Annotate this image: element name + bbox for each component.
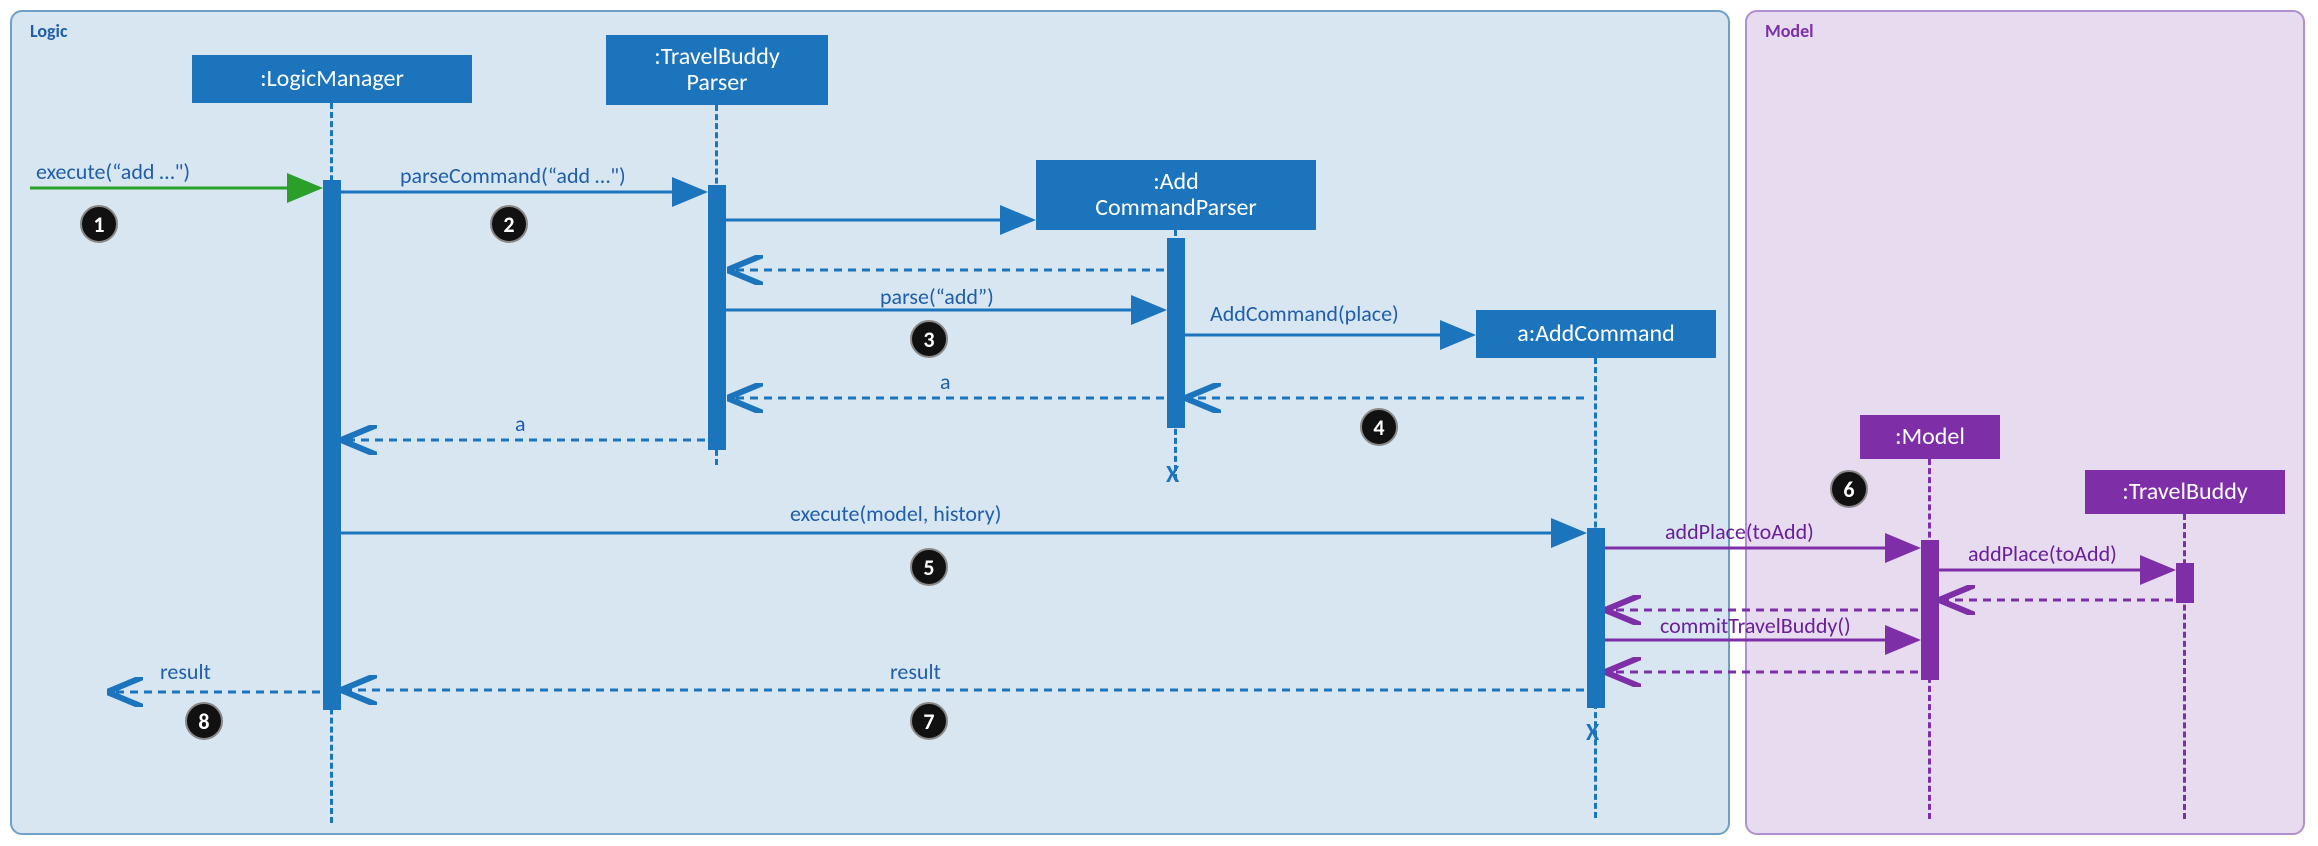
msg-addcommand-place: AddCommand(place) <box>1210 300 1399 327</box>
activation-bar <box>2176 563 2194 603</box>
msg-result2: result <box>160 658 211 685</box>
model-panel: Model <box>1745 10 2305 835</box>
logic-panel: Logic <box>10 10 1730 835</box>
model-panel-title: Model <box>1765 20 1814 42</box>
step-2: 2 <box>490 205 528 243</box>
lifeline-label: a:AddCommand <box>1517 321 1675 347</box>
step-5: 5 <box>910 548 948 586</box>
step-1: 1 <box>80 205 118 243</box>
lifeline-add-command-parser: :Add CommandParser <box>1036 160 1316 230</box>
lifeline-add-command: a:AddCommand <box>1476 310 1716 358</box>
activation-bar <box>1921 540 1939 680</box>
msg-parse-command: parseCommand(“add …") <box>400 162 626 189</box>
destroy-x: X <box>1586 718 1599 747</box>
msg-return-a2: a <box>515 410 526 437</box>
step-8: 8 <box>185 702 223 740</box>
msg-return-a: a <box>940 368 951 395</box>
msg-commit: commitTravelBuddy() <box>1660 612 1851 639</box>
activation-bar <box>708 185 726 450</box>
lifeline-label: :TravelBuddy Parser <box>654 44 779 97</box>
destroy-x: X <box>1166 460 1179 489</box>
sequence-diagram: Logic Model :LogicManager :TravelBuddy P… <box>0 0 2318 846</box>
logic-panel-title: Logic <box>30 20 68 42</box>
msg-result1: result <box>890 658 941 685</box>
activation-bar <box>1167 238 1185 428</box>
lifeline-travelbuddy: :TravelBuddy <box>2085 470 2285 514</box>
msg-execute: execute(“add …") <box>36 158 190 185</box>
step-4: 4 <box>1360 408 1398 446</box>
step-6: 6 <box>1830 470 1868 508</box>
msg-addplace1: addPlace(toAdd) <box>1665 518 1814 545</box>
msg-addplace2: addPlace(toAdd) <box>1968 540 2117 567</box>
lifeline-model: :Model <box>1860 415 2000 459</box>
lifeline-logic-manager: :LogicManager <box>192 55 472 103</box>
lifeline-travelbuddy-parser: :TravelBuddy Parser <box>606 35 828 105</box>
lifeline-label: :LogicManager <box>260 66 404 92</box>
msg-parse: parse(“add”) <box>880 283 994 310</box>
msg-execute-model: execute(model, history) <box>790 500 1001 527</box>
activation-bar <box>1587 528 1605 708</box>
activation-bar <box>323 180 341 710</box>
lifeline-dash <box>2183 514 2186 819</box>
lifeline-label: :Add CommandParser <box>1095 169 1257 222</box>
lifeline-label: :TravelBuddy <box>2122 479 2247 505</box>
lifeline-label: :Model <box>1895 424 1965 450</box>
step-3: 3 <box>910 320 948 358</box>
step-7: 7 <box>910 702 948 740</box>
